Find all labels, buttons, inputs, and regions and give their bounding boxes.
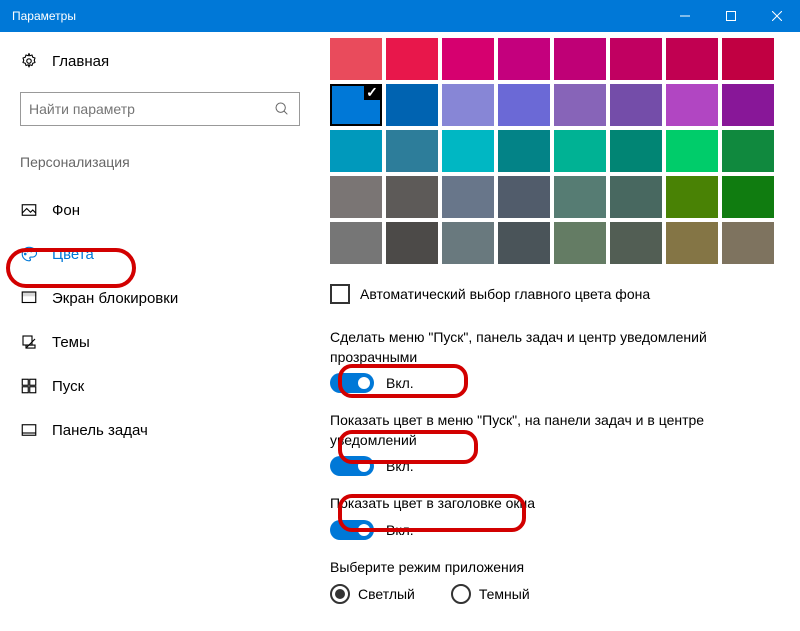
minimize-button[interactable] xyxy=(662,0,708,32)
color-swatch[interactable] xyxy=(498,222,550,264)
radio-label: Светлый xyxy=(358,586,415,602)
setting-showcolor-title-toggle-row: Вкл. xyxy=(330,520,784,540)
color-swatch[interactable] xyxy=(610,222,662,264)
radio-label: Темный xyxy=(479,586,530,602)
home-label: Главная xyxy=(52,53,109,70)
search-input[interactable] xyxy=(20,92,300,126)
toggle-state: Вкл. xyxy=(386,375,414,391)
color-swatch[interactable] xyxy=(442,84,494,126)
color-swatch[interactable] xyxy=(666,130,718,172)
color-swatch[interactable] xyxy=(666,38,718,80)
home-nav[interactable]: Главная xyxy=(20,52,300,70)
color-swatch[interactable] xyxy=(498,38,550,80)
color-swatch[interactable] xyxy=(554,38,606,80)
sidebar-item-label: Цвета xyxy=(52,246,94,263)
sidebar-item-colors[interactable]: Цвета xyxy=(20,232,300,276)
radio-icon xyxy=(330,584,350,604)
color-swatch[interactable] xyxy=(610,38,662,80)
sidebar-item-taskbar[interactable]: Панель задач xyxy=(20,408,300,452)
sidebar-item-label: Экран блокировки xyxy=(52,290,178,307)
color-swatch[interactable] xyxy=(442,38,494,80)
toggle-state: Вкл. xyxy=(386,522,414,538)
toggle-showcolor-start[interactable] xyxy=(330,456,374,476)
sidebar-item-start[interactable]: Пуск xyxy=(20,364,300,408)
palette-icon xyxy=(20,245,38,263)
appmode-radio-row: Светлый Темный xyxy=(330,584,784,604)
color-swatch[interactable] xyxy=(442,130,494,172)
color-swatch[interactable] xyxy=(610,130,662,172)
setting-showcolor-start-label: Показать цвет в меню "Пуск", на панели з… xyxy=(330,411,784,450)
color-swatch[interactable] xyxy=(554,222,606,264)
color-swatch[interactable] xyxy=(442,222,494,264)
color-swatch[interactable] xyxy=(666,84,718,126)
color-swatch[interactable] xyxy=(554,84,606,126)
color-swatch[interactable] xyxy=(610,176,662,218)
toggle-transparency[interactable] xyxy=(330,373,374,393)
color-swatch[interactable] xyxy=(554,176,606,218)
color-swatch[interactable] xyxy=(722,38,774,80)
color-swatch[interactable] xyxy=(722,176,774,218)
sidebar-item-lockscreen[interactable]: Экран блокировки xyxy=(20,276,300,320)
auto-color-row[interactable]: Автоматический выбор главного цвета фона xyxy=(330,284,784,304)
gear-icon xyxy=(20,52,38,70)
sidebar-item-label: Темы xyxy=(52,334,90,351)
themes-icon xyxy=(20,333,38,351)
main-panel: Автоматический выбор главного цвета фона… xyxy=(320,32,800,631)
color-swatch[interactable] xyxy=(330,222,382,264)
color-swatch[interactable] xyxy=(330,130,382,172)
color-swatch[interactable] xyxy=(386,222,438,264)
sidebar-item-background[interactable]: Фон xyxy=(20,188,300,232)
color-swatch[interactable] xyxy=(330,84,382,126)
color-swatch[interactable] xyxy=(386,130,438,172)
titlebar: Параметры xyxy=(0,0,800,32)
sidebar: Главная Персонализация Фон Цвета Экран б… xyxy=(0,32,320,631)
auto-color-checkbox[interactable] xyxy=(330,284,350,304)
color-swatch[interactable] xyxy=(386,84,438,126)
category-label: Персонализация xyxy=(20,154,300,170)
appmode-dark[interactable]: Темный xyxy=(451,584,530,604)
appmode-label: Выберите режим приложения xyxy=(330,558,784,578)
color-swatch[interactable] xyxy=(330,38,382,80)
setting-transparency-toggle-row: Вкл. xyxy=(330,373,784,393)
setting-showcolor-start-toggle-row: Вкл. xyxy=(330,456,784,476)
color-swatch[interactable] xyxy=(386,38,438,80)
start-icon xyxy=(20,377,38,395)
color-swatch[interactable] xyxy=(666,222,718,264)
toggle-showcolor-title[interactable] xyxy=(330,520,374,540)
window-title: Параметры xyxy=(12,9,76,23)
auto-color-label: Автоматический выбор главного цвета фона xyxy=(360,286,650,302)
color-swatch[interactable] xyxy=(330,176,382,218)
search-field[interactable] xyxy=(29,101,273,117)
color-palette xyxy=(330,38,784,264)
color-swatch[interactable] xyxy=(610,84,662,126)
color-swatch[interactable] xyxy=(498,130,550,172)
content: Главная Персонализация Фон Цвета Экран б… xyxy=(0,32,800,631)
sidebar-item-label: Панель задач xyxy=(52,422,148,439)
window-controls xyxy=(662,0,800,32)
setting-showcolor-title-label: Показать цвет в заголовке окна xyxy=(330,494,784,514)
sidebar-item-themes[interactable]: Темы xyxy=(20,320,300,364)
color-swatch[interactable] xyxy=(722,130,774,172)
color-swatch[interactable] xyxy=(498,84,550,126)
close-button[interactable] xyxy=(754,0,800,32)
color-swatch[interactable] xyxy=(442,176,494,218)
appmode-light[interactable]: Светлый xyxy=(330,584,415,604)
search-icon xyxy=(273,100,291,118)
maximize-button[interactable] xyxy=(708,0,754,32)
color-swatch[interactable] xyxy=(722,84,774,126)
color-swatch[interactable] xyxy=(722,222,774,264)
color-swatch[interactable] xyxy=(498,176,550,218)
lockscreen-icon xyxy=(20,289,38,307)
color-swatch[interactable] xyxy=(666,176,718,218)
taskbar-icon xyxy=(20,421,38,439)
color-swatch[interactable] xyxy=(554,130,606,172)
color-swatch[interactable] xyxy=(386,176,438,218)
sidebar-item-label: Фон xyxy=(52,202,80,219)
radio-icon xyxy=(451,584,471,604)
sidebar-item-label: Пуск xyxy=(52,378,84,395)
toggle-state: Вкл. xyxy=(386,458,414,474)
picture-icon xyxy=(20,201,38,219)
setting-transparency-label: Сделать меню "Пуск", панель задач и цент… xyxy=(330,328,784,367)
